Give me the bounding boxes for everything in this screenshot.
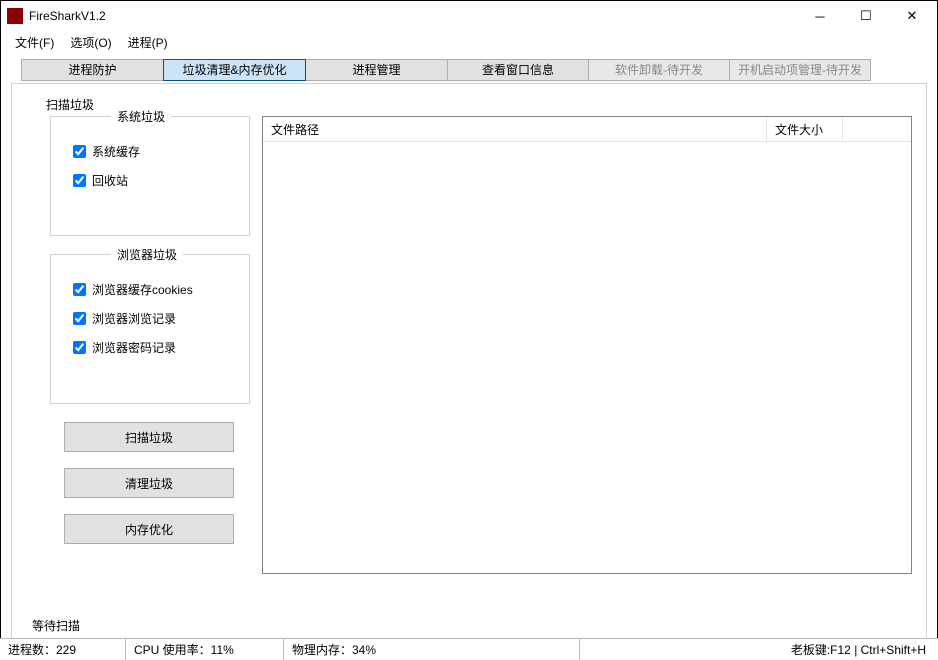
group-system-title: 系统垃圾 [111, 108, 171, 125]
file-listview[interactable]: 文件路径 文件大小 [262, 116, 912, 574]
title-bar: FireSharkV1.2 ─ ☐ ✕ [1, 1, 937, 31]
group-browser-title: 浏览器垃圾 [111, 246, 183, 263]
scan-button[interactable]: 扫描垃圾 [64, 422, 234, 452]
column-spacer [843, 117, 911, 141]
menu-file[interactable]: 文件(F) [9, 32, 60, 53]
checkbox-browser-history-label: 浏览器浏览记录 [92, 310, 176, 327]
group-system-junk: 系统垃圾 系统缓存 回收站 [50, 116, 250, 236]
checkbox-recycle-bin-label: 回收站 [92, 172, 128, 189]
status-bar: 进程数：229 CPU 使用率：11% 物理内存：34% 老板键:F12 | C… [0, 638, 938, 660]
tab-process-manage[interactable]: 进程管理 [305, 59, 448, 81]
tab-startup[interactable]: 开机启动项管理-待开发 [729, 59, 871, 81]
menu-options[interactable]: 选项(O) [64, 32, 117, 53]
scan-status: 等待扫描 [32, 617, 80, 634]
menu-bar: 文件(F) 选项(O) 进程(P) [1, 31, 937, 53]
checkbox-browser-passwords[interactable]: 浏览器密码记录 [73, 339, 235, 356]
tab-process-protect[interactable]: 进程防护 [21, 59, 164, 81]
column-file-path[interactable]: 文件路径 [263, 117, 767, 141]
checkbox-browser-cookies-input[interactable] [73, 283, 86, 296]
left-column: 系统垃圾 系统缓存 回收站 浏览器垃圾 浏览器缓存cookies 浏览器浏览记录 [50, 116, 250, 560]
checkbox-browser-passwords-label: 浏览器密码记录 [92, 339, 176, 356]
tab-window-info[interactable]: 查看窗口信息 [447, 59, 589, 81]
checkbox-system-cache-label: 系统缓存 [92, 143, 140, 160]
action-buttons: 扫描垃圾 清理垃圾 内存优化 [50, 422, 250, 560]
listview-header: 文件路径 文件大小 [263, 117, 911, 142]
checkbox-browser-history-input[interactable] [73, 312, 86, 325]
checkbox-recycle-bin[interactable]: 回收站 [73, 172, 235, 189]
column-file-size[interactable]: 文件大小 [767, 117, 843, 141]
minimize-button[interactable]: ─ [797, 1, 843, 31]
tabs: 进程防护 垃圾清理&内存优化 进程管理 查看窗口信息 软件卸载-待开发 开机启动… [21, 59, 927, 81]
status-hotkey: 老板键:F12 | Ctrl+Shift+H [580, 639, 938, 660]
checkbox-browser-cookies[interactable]: 浏览器缓存cookies [73, 281, 235, 298]
panel-title: 扫描垃圾 [46, 96, 912, 113]
window-title: FireSharkV1.2 [29, 9, 797, 23]
close-button[interactable]: ✕ [889, 1, 935, 31]
memory-optimize-button[interactable]: 内存优化 [64, 514, 234, 544]
checkbox-browser-cookies-label: 浏览器缓存cookies [92, 281, 193, 298]
maximize-button[interactable]: ☐ [843, 1, 889, 31]
status-process-count: 进程数：229 [0, 639, 126, 660]
tab-uninstall[interactable]: 软件卸载-待开发 [588, 59, 730, 81]
menu-process[interactable]: 进程(P) [122, 32, 174, 53]
status-cpu-usage: CPU 使用率：11% [126, 639, 284, 660]
checkbox-system-cache[interactable]: 系统缓存 [73, 143, 235, 160]
app-icon [7, 8, 23, 24]
tab-junk-clean[interactable]: 垃圾清理&内存优化 [163, 59, 306, 81]
status-memory-usage: 物理内存：34% [284, 639, 580, 660]
checkbox-system-cache-input[interactable] [73, 145, 86, 158]
clean-button[interactable]: 清理垃圾 [64, 468, 234, 498]
main-panel: 扫描垃圾 系统垃圾 系统缓存 回收站 浏览器垃圾 浏览器缓存cookies 浏览… [11, 83, 927, 643]
checkbox-browser-passwords-input[interactable] [73, 341, 86, 354]
checkbox-browser-history[interactable]: 浏览器浏览记录 [73, 310, 235, 327]
checkbox-recycle-bin-input[interactable] [73, 174, 86, 187]
group-browser-junk: 浏览器垃圾 浏览器缓存cookies 浏览器浏览记录 浏览器密码记录 [50, 254, 250, 404]
